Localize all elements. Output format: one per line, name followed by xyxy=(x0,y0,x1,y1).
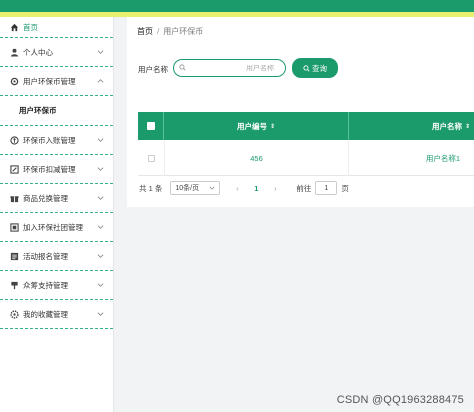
flag-icon xyxy=(9,280,19,290)
chevron-down-icon xyxy=(97,165,104,174)
sidebar-subitem-label: 用户环保币 xyxy=(19,106,57,115)
goto-label: 前往 xyxy=(296,183,312,193)
chevron-down-icon xyxy=(97,136,104,145)
sidebar-item-label: 环保币扣减管理 xyxy=(23,164,76,174)
goto-page-input[interactable]: 1 xyxy=(315,181,338,195)
sidebar-item-exchange[interactable]: 商品兑换管理 xyxy=(0,184,113,213)
gift-icon xyxy=(9,193,19,203)
coin-icon xyxy=(9,135,19,145)
chevron-down-icon xyxy=(97,48,104,57)
sidebar-item-label: 用户环保币管理 xyxy=(23,76,76,86)
chevron-down-icon xyxy=(97,310,104,319)
search-icon xyxy=(303,64,310,72)
pagination-total: 共 1 条 xyxy=(139,183,163,193)
sidebar-item-user-coin[interactable]: 用户环保币管理 xyxy=(0,67,113,96)
column-header-label: 用户编号 xyxy=(236,121,267,131)
goto-suffix: 页 xyxy=(341,183,349,193)
sort-icon[interactable]: ⇕ xyxy=(270,123,275,130)
edit-icon xyxy=(9,164,19,174)
sidebar-item-favorites[interactable]: 我的收藏管理 xyxy=(0,300,113,329)
sidebar-item-label: 众筹支持管理 xyxy=(23,280,68,290)
sidebar-item-club[interactable]: 加入环保社团管理 xyxy=(0,213,113,242)
search-input[interactable] xyxy=(190,64,280,72)
page-size-select[interactable]: 10条/页 xyxy=(170,181,221,195)
column-header-num[interactable]: 用户编号 ⇕ xyxy=(164,112,349,140)
sidebar-subitem-user-coin[interactable]: 用户环保币 xyxy=(0,96,113,126)
breadcrumb-separator: / xyxy=(157,27,160,36)
search-field[interactable] xyxy=(173,59,286,77)
next-page-button[interactable]: › xyxy=(268,184,282,193)
breadcrumb: 首页 / 用户环保币 xyxy=(137,26,203,37)
column-header-label: 用户名称 xyxy=(431,121,462,131)
sidebar-item-label: 加入环保社团管理 xyxy=(23,222,83,232)
search-button-label: 查询 xyxy=(312,63,327,73)
sidebar-item-label: 环保币入账管理 xyxy=(23,135,76,145)
select-all-checkbox[interactable] xyxy=(138,112,164,140)
list-icon xyxy=(9,251,19,261)
cell-user-num: 456 xyxy=(164,140,349,176)
breadcrumb-current: 用户环保币 xyxy=(163,27,204,36)
current-page[interactable]: 1 xyxy=(248,184,264,193)
search-label: 用户名称 xyxy=(138,65,168,74)
group-icon xyxy=(9,222,19,232)
sidebar: 首页 个人中心 用户环保币管理 用户环保币 环保币入账管理 环保币扣减管理 商品… xyxy=(0,17,114,412)
sidebar-item-profile[interactable]: 个人中心 xyxy=(0,38,113,67)
chevron-down-icon xyxy=(97,252,104,261)
settings-icon xyxy=(9,309,19,319)
sidebar-item-activity[interactable]: 活动报名管理 xyxy=(0,242,113,271)
row-checkbox[interactable] xyxy=(138,140,164,176)
sidebar-item-label: 我的收藏管理 xyxy=(23,309,68,319)
gear-icon xyxy=(9,76,19,86)
sidebar-item-coin-out[interactable]: 环保币扣减管理 xyxy=(0,155,113,184)
watermark: CSDN @QQ1963288475 xyxy=(336,394,464,406)
chevron-down-icon xyxy=(209,185,215,192)
chevron-down-icon xyxy=(97,281,104,290)
sidebar-item-label: 个人中心 xyxy=(23,47,53,57)
sidebar-item-coin-in[interactable]: 环保币入账管理 xyxy=(0,126,113,155)
pagination: 共 1 条 10条/页 ‹ 1 › 前往 1 页 xyxy=(139,180,349,196)
chevron-down-icon xyxy=(97,223,104,232)
cell-user-name: 用户名称1 xyxy=(425,153,460,163)
column-header-name[interactable]: 用户名称 ⇕ xyxy=(350,112,474,140)
chevron-up-icon xyxy=(97,77,104,86)
sidebar-item-home[interactable]: 首页 xyxy=(0,17,113,38)
prev-page-button[interactable]: ‹ xyxy=(230,184,244,193)
home-icon xyxy=(9,22,19,32)
page-size-value: 10条/页 xyxy=(175,185,200,192)
breadcrumb-home[interactable]: 首页 xyxy=(137,27,153,36)
user-icon xyxy=(9,47,19,57)
sort-icon[interactable]: ⇕ xyxy=(465,123,470,130)
sidebar-item-label: 商品兑换管理 xyxy=(23,193,68,203)
table-header: 用户编号 ⇕ 用户名称 ⇕ xyxy=(138,112,474,140)
sidebar-item-label: 活动报名管理 xyxy=(23,251,68,261)
sidebar-home-label: 首页 xyxy=(23,22,38,32)
search-icon xyxy=(179,63,186,73)
chevron-down-icon xyxy=(97,194,104,203)
table-row[interactable]: 456 用户名称1 xyxy=(138,140,474,176)
search-button[interactable]: 查询 xyxy=(292,58,338,78)
sidebar-item-crowdfund[interactable]: 众筹支持管理 xyxy=(0,271,113,300)
